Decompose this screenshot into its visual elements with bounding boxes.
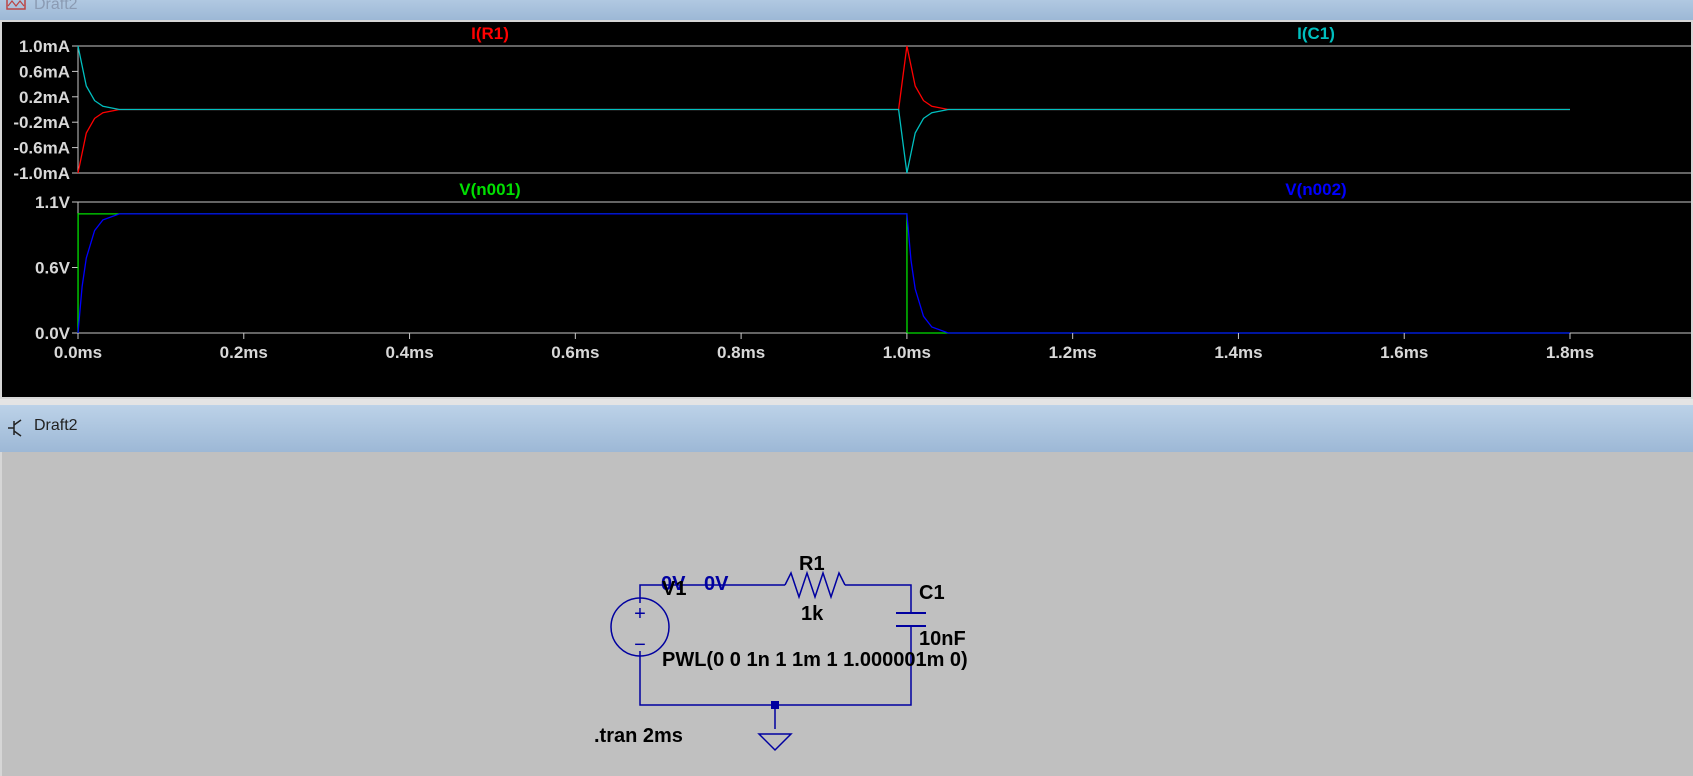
current-plot-pane[interactable]: 1.0mA 0.6mA 0.2mA -0.2mA -0.6mA -1.0mA I(R1) I(…: [13, 24, 1693, 183]
y-tick-label: -1.0mA: [13, 164, 70, 183]
voltage-source-v1[interactable]: + −: [610, 597, 670, 657]
v1-name-label[interactable]: V1: [662, 578, 686, 600]
trace-label: V(n002): [1285, 180, 1346, 199]
r1-name-label[interactable]: R1: [799, 553, 825, 575]
voltage-plot-pane[interactable]: 1.1V 0.6V 0.0V V(n001) V(n002): [35, 180, 1693, 343]
junction-dot: [771, 701, 779, 709]
trace-label: I(R1): [471, 24, 509, 43]
y-tick-label: 1.1V: [35, 193, 71, 212]
waveform-viewer[interactable]: 1.0mA 0.6mA 0.2mA -0.2mA -0.6mA -1.0mA I(R1) I(…: [0, 20, 1693, 399]
x-tick-label: 0.2ms: [220, 343, 268, 362]
x-tick-label: 1.0ms: [883, 343, 931, 362]
node-voltage-label-2: 0V: [704, 573, 729, 595]
time-axis: 0.0ms 0.2ms 0.4ms 0.6ms 0.8ms 1.0ms 1.2ms 1.4ms…: [54, 333, 1594, 362]
x-tick-label: 1.2ms: [1049, 343, 1097, 362]
trace-label: I(C1): [1297, 24, 1335, 43]
source-minus-sign: −: [634, 634, 646, 656]
resistor-r1[interactable]: [784, 570, 846, 600]
capacitor-c1[interactable]: [896, 612, 926, 627]
waveform-window-icon: [6, 0, 26, 10]
x-tick-label: 0.0ms: [54, 343, 102, 362]
tran-directive[interactable]: .tran 2ms: [594, 725, 683, 747]
y-tick-label: -0.2mA: [13, 113, 70, 132]
c1-name-label[interactable]: C1: [919, 582, 945, 604]
x-tick-label: 1.8ms: [1546, 343, 1594, 362]
trace-ic1[interactable]: [77, 45, 1570, 174]
y-tick-label: 0.6mA: [19, 62, 70, 81]
x-tick-label: 0.8ms: [717, 343, 765, 362]
v1-value-label[interactable]: PWL(0 0 1n 1 1m 1 1.000001m 0): [662, 649, 968, 671]
c1-value-label[interactable]: 10nF: [919, 628, 966, 650]
schematic-window-titlebar[interactable]: Draft2: [0, 405, 1693, 452]
schematic-editor[interactable]: + − 0V 0V V1 R1 1k C1 10nF PWL(0 0 1n 1 …: [0, 452, 1693, 776]
y-tick-label: 1.0mA: [19, 37, 70, 56]
x-tick-label: 1.6ms: [1380, 343, 1428, 362]
waveform-window-titlebar[interactable]: Draft2: [0, 0, 1693, 20]
source-plus-sign: +: [634, 603, 646, 625]
x-tick-label: 1.4ms: [1214, 343, 1262, 362]
trace-vn001[interactable]: [77, 213, 1570, 334]
x-tick-label: 0.6ms: [551, 343, 599, 362]
trace-vn002[interactable]: [77, 213, 1570, 334]
transistor-schematic-icon: [8, 419, 22, 437]
y-tick-label: -0.6mA: [13, 139, 70, 158]
r1-value-label[interactable]: 1k: [801, 603, 824, 625]
x-tick-label: 0.4ms: [385, 343, 433, 362]
wire-top-right[interactable]: [845, 584, 912, 613]
y-tick-label: 0.2mA: [19, 88, 70, 107]
schematic-window-title: Draft2: [34, 417, 78, 434]
y-tick-label: 0.6V: [35, 259, 71, 278]
y-tick-label: 0.0V: [35, 324, 71, 343]
trace-label: V(n001): [459, 180, 520, 199]
waveform-window-title: Draft2: [34, 0, 78, 13]
schematic-canvas[interactable]: + − 0V 0V V1 R1 1k C1 10nF PWL(0 0 1n 1 …: [2, 452, 1693, 776]
waveform-plot[interactable]: 1.0mA 0.6mA 0.2mA -0.2mA -0.6mA -1.0mA I(R1) I(…: [2, 22, 1693, 399]
ground-icon[interactable]: [757, 733, 793, 752]
